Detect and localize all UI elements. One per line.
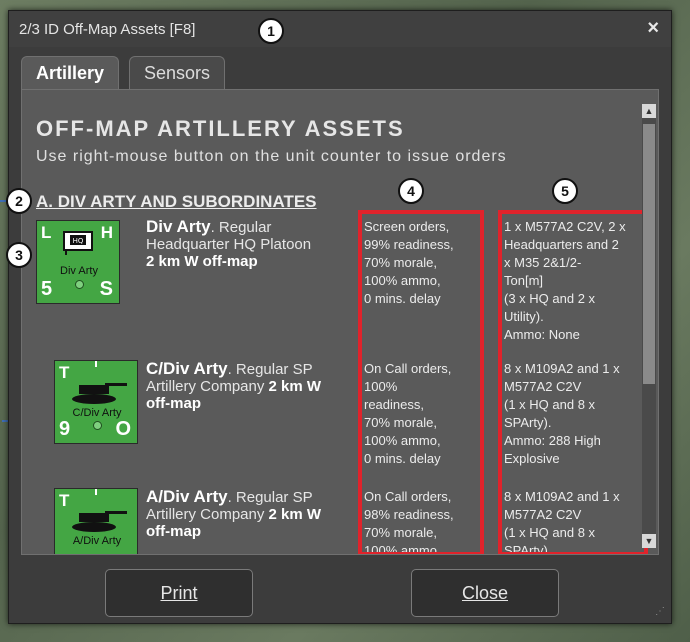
- status-dot: [93, 421, 102, 430]
- close-icon[interactable]: ×: [647, 17, 659, 40]
- unit-name: C/Div Arty: [146, 359, 228, 378]
- composition-column-highlight: [498, 210, 648, 554]
- window-title: 2/3 ID Off-Map Assets [F8]: [19, 21, 196, 38]
- artillery-panel: OFF-MAP ARTILLERY ASSETS Use right-mouse…: [21, 89, 659, 555]
- sp-artillery-icon: [72, 511, 127, 532]
- status-dot: [75, 280, 84, 289]
- callout-2: 2: [6, 188, 32, 214]
- section-title: A. DIV ARTY AND SUBORDINATES: [36, 192, 317, 211]
- unit-counter-div-arty[interactable]: L H HQ Div Arty 5 S: [36, 220, 120, 304]
- tab-sensors[interactable]: Sensors: [129, 56, 226, 89]
- sp-artillery-icon: [72, 383, 127, 404]
- unit-info-div-arty: Div Arty. Regular Headquarter HQ Platoon…: [146, 218, 346, 270]
- callout-1: 1: [258, 18, 284, 44]
- callout-3: 3: [6, 242, 32, 268]
- off-map-assets-window: 2/3 ID Off-Map Assets [F8] × Artillery S…: [8, 10, 672, 624]
- status-column-highlight: [358, 210, 484, 554]
- callout-4: 4: [398, 178, 424, 204]
- scrollbar[interactable]: ▲ ▼: [642, 104, 656, 548]
- close-button[interactable]: Close: [411, 569, 559, 617]
- title-bar[interactable]: 2/3 ID Off-Map Assets [F8] ×: [9, 11, 671, 47]
- unit-name: Div Arty: [146, 217, 211, 236]
- unit-counter-a-div-arty[interactable]: T A/Div Arty: [54, 488, 138, 554]
- scroll-up-icon[interactable]: ▲: [642, 104, 656, 118]
- svg-text:HQ: HQ: [73, 237, 84, 245]
- scroll-down-icon[interactable]: ▼: [642, 534, 656, 548]
- page-title: OFF-MAP ARTILLERY ASSETS: [36, 116, 405, 141]
- unit-info-a-div-arty: A/Div Arty. Regular SP Artillery Company…: [146, 488, 346, 540]
- callout-5: 5: [552, 178, 578, 204]
- page-subtitle: Use right-mouse button on the unit count…: [36, 148, 507, 165]
- print-button[interactable]: Print: [105, 569, 253, 617]
- tab-artillery[interactable]: Artillery: [21, 56, 120, 91]
- unit-info-c-div-arty: C/Div Arty. Regular SP Artillery Company…: [146, 360, 346, 412]
- unit-location: 2 km W off-map: [146, 253, 258, 270]
- unit-counter-c-div-arty[interactable]: T C/Div Arty 9 O: [54, 360, 138, 444]
- scrollbar-thumb[interactable]: [643, 124, 655, 384]
- hq-symbol-icon: HQ: [63, 231, 93, 255]
- unit-name: A/Div Arty: [146, 487, 228, 506]
- resize-grip-icon[interactable]: ⋰: [655, 606, 665, 617]
